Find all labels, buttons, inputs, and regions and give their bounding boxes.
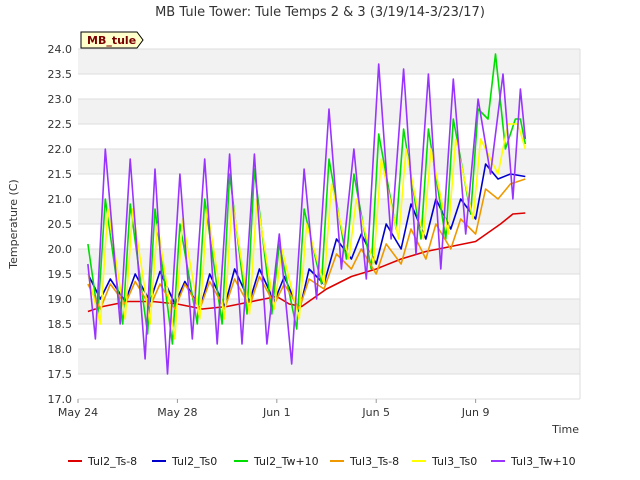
- x-tick-label: May 24: [58, 406, 98, 419]
- grid-band: [78, 349, 580, 374]
- legend: Tul2_Ts-8 Tul2_Ts0 Tul2_Tw+10 Tul3_Ts-8 Tul3…: [68, 455, 576, 468]
- legend-item: Tul3_Tw+10: [491, 455, 576, 468]
- legend-item: Tul2_Ts-8: [68, 455, 137, 468]
- grid-band: [78, 49, 580, 74]
- y-tick-label: 17.5: [48, 368, 73, 381]
- chart: MB Tule Tower: Tule Temps 2 & 3 (3/19/14…: [7, 5, 581, 468]
- legend-label: Tul3_Ts0: [431, 455, 477, 468]
- annotation-tag: MB_tule: [80, 31, 144, 49]
- legend-label: Tul3_Tw+10: [510, 455, 576, 468]
- y-tick-label: 23.5: [48, 68, 73, 81]
- legend-item: Tul2_Ts0: [152, 455, 217, 468]
- y-tick-label: 17.0: [48, 393, 73, 406]
- x-axis-label: Time: [551, 423, 579, 436]
- y-tick-label: 24.0: [48, 43, 73, 56]
- y-tick-label: 19.5: [48, 268, 73, 281]
- grid-band: [78, 299, 580, 324]
- y-tick-label: 22.5: [48, 118, 73, 131]
- legend-label: Tul2_Tw+10: [253, 455, 319, 468]
- legend-label: Tul2_Ts0: [171, 455, 217, 468]
- x-tick-label: Jun 5: [361, 406, 390, 419]
- y-tick-label: 21.0: [48, 193, 73, 206]
- y-axis-label: Temperature (C): [7, 179, 20, 269]
- y-axis: 17.0 17.5 18.0 18.5 19.0 19.5 20.0 20.5 21.0 21.5…: [48, 43, 73, 406]
- y-tick-label: 21.5: [48, 168, 73, 181]
- x-tick-label: Jun 9: [461, 406, 490, 419]
- y-tick-label: 20.0: [48, 243, 73, 256]
- x-tick-label: Jun 1: [262, 406, 291, 419]
- legend-item: Tul3_Ts-8: [330, 455, 399, 468]
- legend-item: Tul2_Tw+10: [234, 455, 319, 468]
- y-tick-label: 20.5: [48, 218, 73, 231]
- y-tick-label: 19.0: [48, 293, 73, 306]
- y-tick-label: 23.0: [48, 93, 73, 106]
- legend-item: Tul3_Ts0: [412, 455, 477, 468]
- legend-label: Tul3_Ts-8: [349, 455, 399, 468]
- chart-title: MB Tule Tower: Tule Temps 2 & 3 (3/19/14…: [155, 5, 485, 20]
- y-tick-label: 18.0: [48, 343, 73, 356]
- x-tick-label: May 28: [157, 406, 197, 419]
- x-axis: May 24 May 28 Jun 1 Jun 5 Jun 9: [58, 399, 490, 419]
- legend-label: Tul2_Ts-8: [87, 455, 137, 468]
- y-tick-label: 18.5: [48, 318, 73, 331]
- annotation-text: MB_tule: [87, 34, 136, 47]
- y-tick-label: 22.0: [48, 143, 73, 156]
